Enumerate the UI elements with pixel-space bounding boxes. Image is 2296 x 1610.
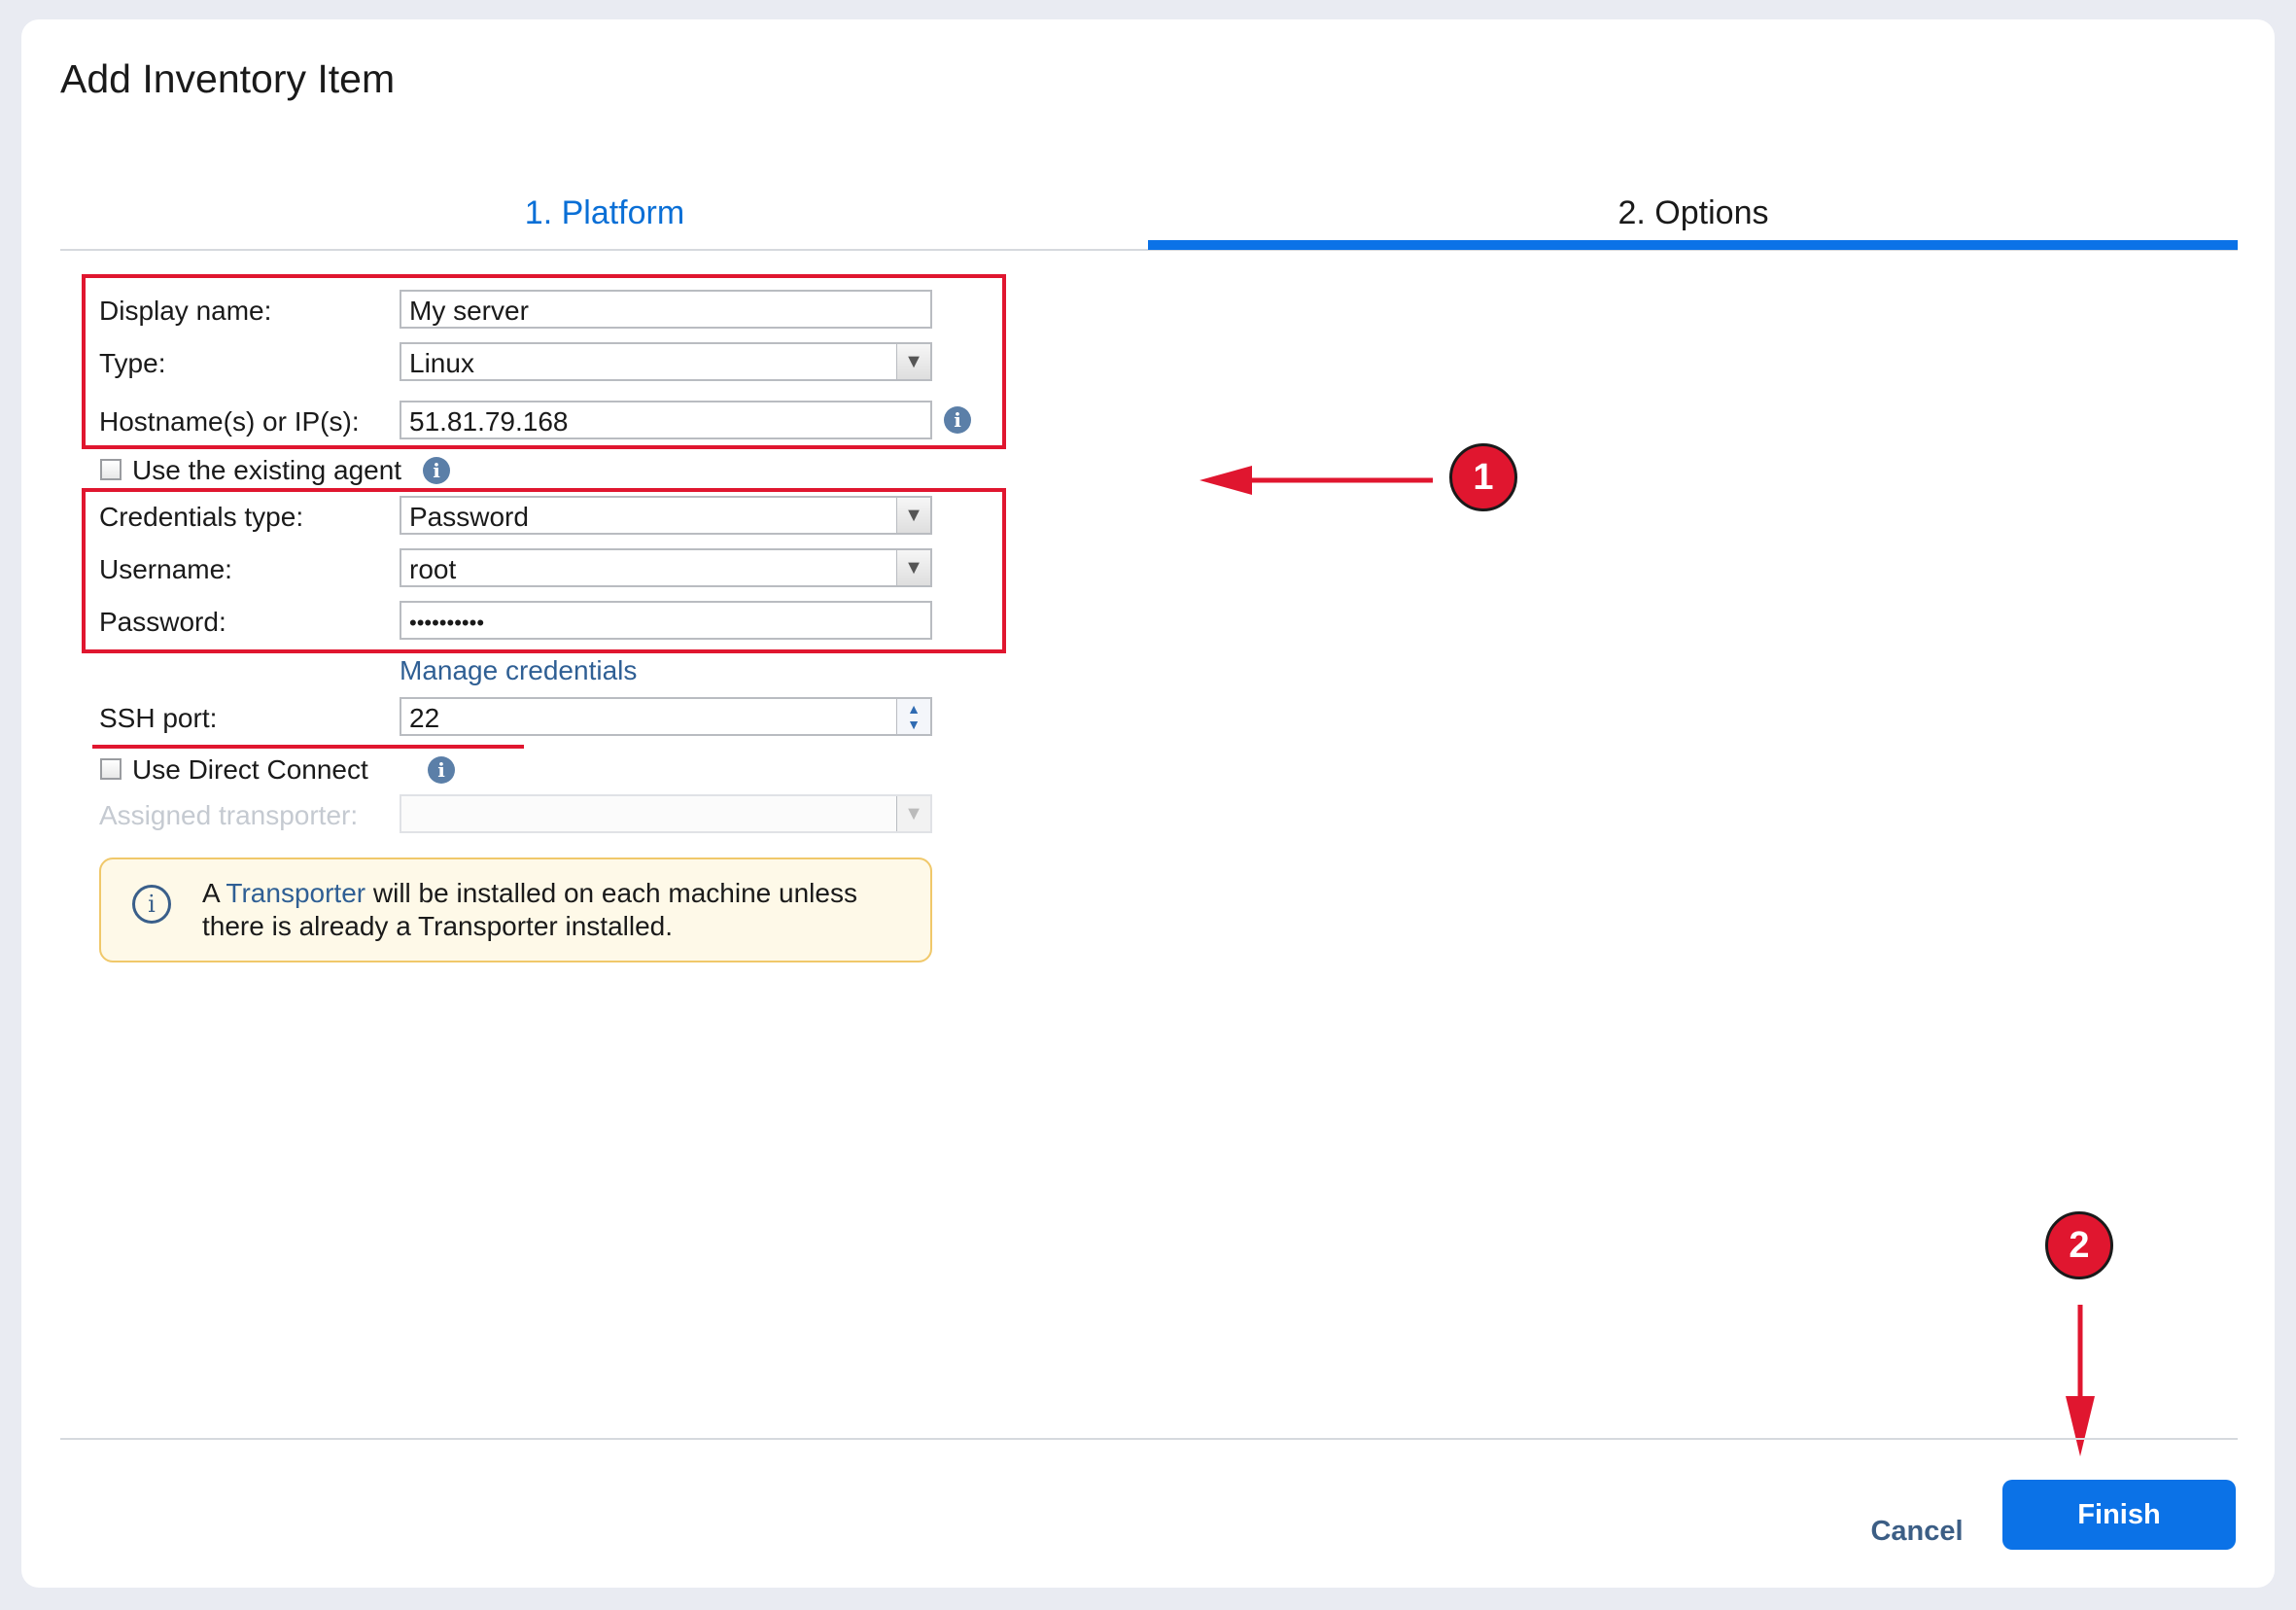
notice-text: A Transporter will be installed on each … [202,877,902,943]
add-inventory-dialog: Add Inventory Item 1. Platform 2. Option… [21,19,2275,1588]
use-existing-agent-checkbox[interactable] [100,459,122,480]
info-circle-icon: i [132,885,171,924]
assigned-transporter-select: ▼ [400,794,932,833]
footer-divider [60,1438,2238,1440]
use-direct-connect-checkbox[interactable] [100,758,122,780]
annotation-underline-ssh-port [92,745,524,749]
chevron-down-icon[interactable]: ▼ [907,717,921,732]
ssh-port-value: 22 [409,703,440,733]
notice-prefix: A [202,878,220,908]
annotation-badge-2: 2 [2045,1211,2113,1279]
wizard-steps: 1. Platform 2. Options [60,156,2238,272]
spinner-controls[interactable]: ▲ ▼ [896,699,930,734]
transporter-notice: i A Transporter will be installed on eac… [99,858,932,962]
cancel-button[interactable]: Cancel [1839,1497,1995,1565]
step-platform[interactable]: 1. Platform [60,194,1149,232]
manage-credentials-link[interactable]: Manage credentials [400,655,637,686]
annotation-arrow-down-head [2066,1396,2095,1456]
step-options[interactable]: 2. Options [1149,194,2238,232]
use-direct-connect-label: Use Direct Connect [132,754,368,785]
transporter-link[interactable]: Transporter [226,878,365,908]
annotation-box-host [82,274,1006,449]
use-existing-agent-label: Use the existing agent [132,455,402,485]
info-icon[interactable]: i [423,457,450,484]
ssh-port-stepper[interactable]: 22 ▲ ▼ [400,697,932,736]
dialog-title: Add Inventory Item [60,56,396,101]
chevron-down-icon: ▼ [896,796,930,831]
annotation-arrow-left-head [1200,466,1252,495]
annotation-badge-1: 1 [1449,443,1517,511]
ssh-port-label: SSH port: [99,703,218,733]
chevron-up-icon[interactable]: ▲ [907,701,921,717]
finish-button[interactable]: Finish [2002,1480,2236,1550]
assigned-transporter-label: Assigned transporter: [99,800,359,830]
active-step-indicator [1148,240,2238,250]
annotation-box-credentials [82,488,1006,653]
info-icon[interactable]: i [428,756,455,784]
